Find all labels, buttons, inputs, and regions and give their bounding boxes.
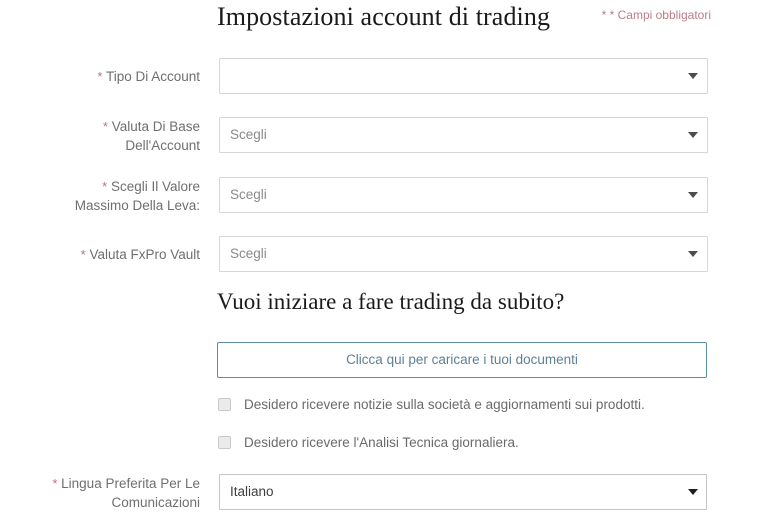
required-asterisk: * (52, 476, 58, 491)
required-asterisk: * (102, 119, 108, 134)
chevron-down-icon (688, 73, 698, 79)
form-row-account-type: * Tipo Di Account (0, 58, 779, 94)
upload-documents-button[interactable]: Clicca qui per caricare i tuoi documenti (217, 342, 707, 378)
label-text-line1: Scegli Il Valore (110, 179, 200, 194)
chevron-down-icon (688, 489, 698, 495)
label-text-line2: Massimo Della Leva: (74, 198, 200, 213)
select-base-currency[interactable]: Scegli (219, 117, 708, 153)
label-text-line1: Valuta Di Base (111, 119, 200, 134)
select-base-currency-value: Scegli (230, 127, 267, 142)
label-text-line1: Valuta FxPro Vault (89, 247, 200, 262)
select-max-leverage-value: Scegli (230, 187, 267, 202)
upload-documents-button-label: Clicca qui per caricare i tuoi documenti (346, 352, 578, 367)
required-asterisk: * (97, 69, 103, 84)
required-asterisk: * (80, 247, 86, 262)
select-vault-currency-value: Scegli (230, 246, 267, 261)
consent-label-technical-analysis: Desidero ricevere l'Analisi Tecnica gior… (244, 435, 519, 450)
trading-account-settings-page: Impostazioni account di trading * * Camp… (0, 0, 779, 525)
chevron-down-icon (688, 192, 698, 198)
start-trading-heading: Vuoi iniziare a fare trading da subito? (217, 289, 565, 314)
required-fields-note: * * Campi obbligatori (601, 8, 711, 22)
label-preferred-language: * Lingua Preferita Per Le Comunicazioni (0, 474, 200, 512)
consent-label-newsletter: Desidero ricevere notizie sulla società … (244, 397, 645, 412)
label-vault-currency: * Valuta FxPro Vault (0, 245, 200, 264)
label-base-currency: * Valuta Di Base Dell'Account (0, 117, 200, 155)
form-row-base-currency: * Valuta Di Base Dell'Account Scegli (0, 117, 779, 153)
page-title: Impostazioni account di trading (217, 2, 551, 31)
label-max-leverage: * Scegli Il Valore Massimo Della Leva: (0, 177, 200, 215)
form-row-max-leverage: * Scegli Il Valore Massimo Della Leva: S… (0, 177, 779, 213)
select-vault-currency[interactable]: Scegli (219, 236, 708, 272)
form-row-vault-currency: * Valuta FxPro Vault Scegli (0, 236, 779, 272)
checkbox-newsletter[interactable] (218, 398, 231, 411)
checkbox-technical-analysis[interactable] (218, 436, 231, 449)
page-header: Impostazioni account di trading * * Camp… (0, 0, 779, 42)
required-asterisk: * (102, 179, 108, 194)
label-text-line1: Lingua Preferita Per Le (61, 476, 200, 491)
label-text-line2: Dell'Account (125, 138, 200, 153)
chevron-down-icon (688, 132, 698, 138)
select-preferred-language[interactable]: Italiano (219, 474, 707, 510)
chevron-down-icon (688, 251, 698, 257)
label-account-type: * Tipo Di Account (0, 67, 200, 86)
select-preferred-language-value: Italiano (230, 484, 274, 499)
form-row-preferred-language: * Lingua Preferita Per Le Comunicazioni … (0, 474, 779, 510)
select-account-type[interactable] (219, 58, 708, 94)
label-text-line1: Tipo Di Account (105, 69, 200, 84)
label-text-line2: Comunicazioni (111, 495, 200, 510)
select-max-leverage[interactable]: Scegli (219, 177, 708, 213)
